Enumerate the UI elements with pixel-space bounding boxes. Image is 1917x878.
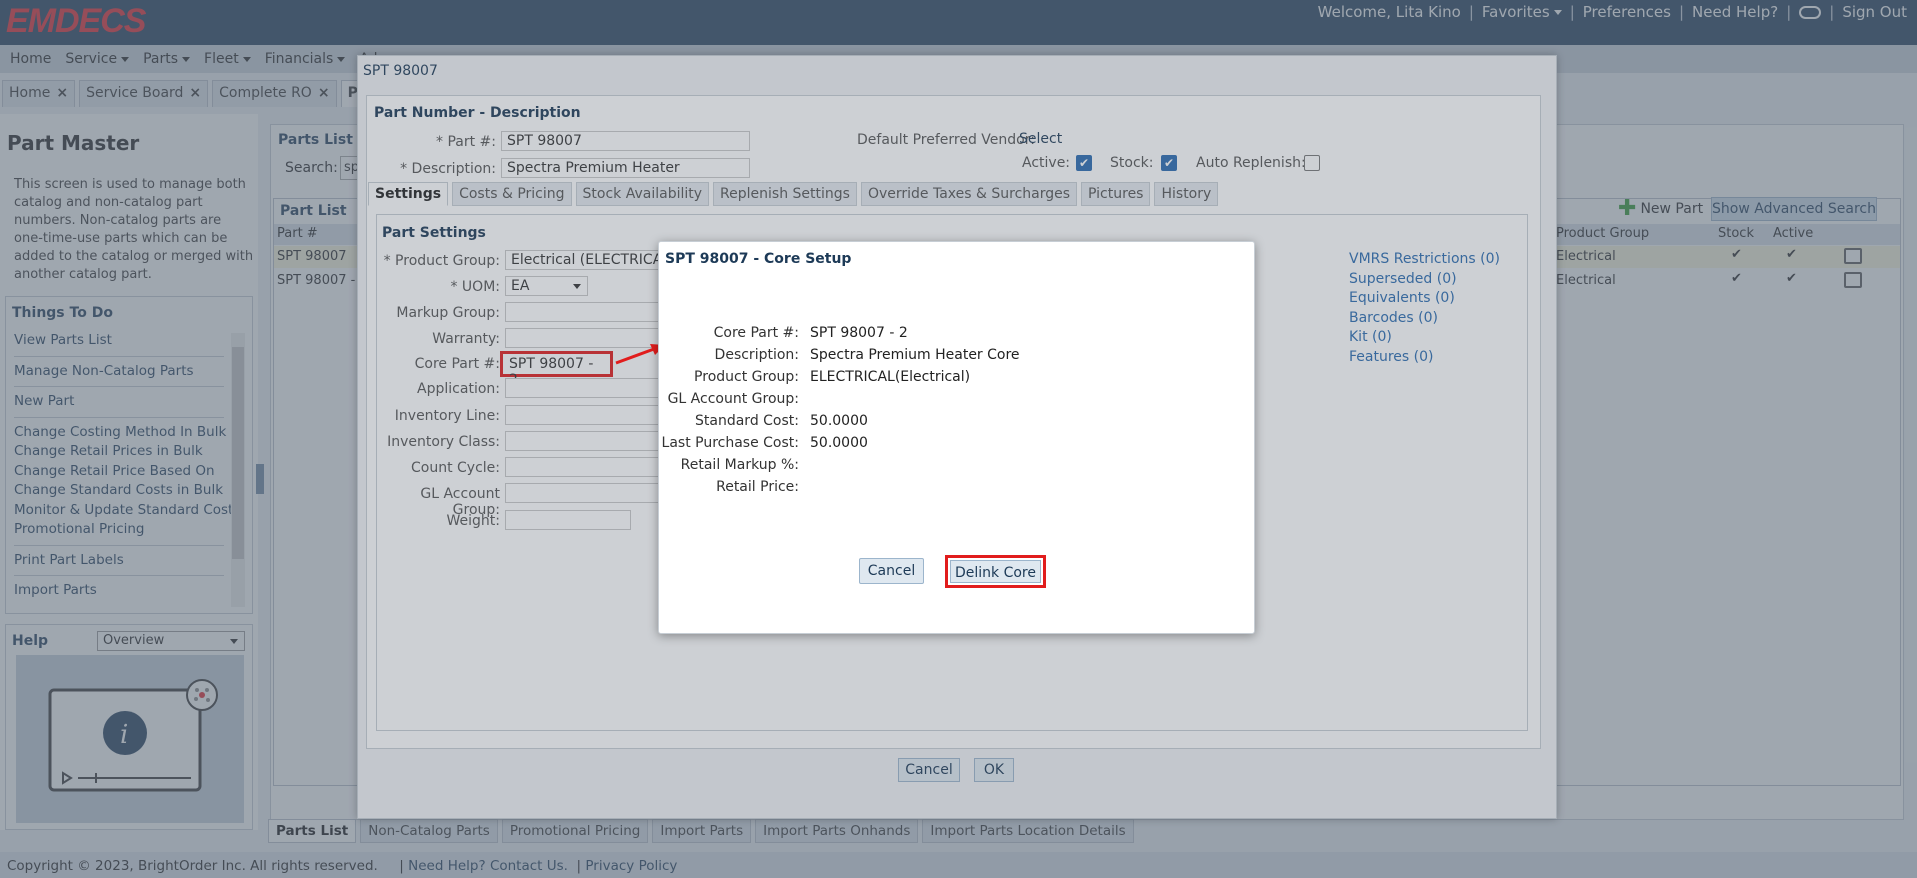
core-description-label: Description: bbox=[714, 347, 799, 363]
core-product-group-value: ELECTRICAL(Electrical) bbox=[810, 369, 971, 385]
core-product-group-label: Product Group: bbox=[694, 369, 799, 385]
core-cancel-button[interactable]: Cancel bbox=[859, 558, 924, 584]
delink-highlight: Delink Core bbox=[945, 555, 1046, 588]
last-purchase-cost-value: 50.0000 bbox=[810, 435, 868, 451]
standard-cost-label: Standard Cost: bbox=[695, 413, 799, 429]
core-part-value: SPT 98007 - 2 bbox=[810, 325, 908, 341]
standard-cost-value: 50.0000 bbox=[810, 413, 868, 429]
delink-core-button[interactable]: Delink Core bbox=[950, 560, 1041, 583]
retail-price-label: Retail Price: bbox=[716, 479, 799, 495]
core-description-value: Spectra Premium Heater Core bbox=[810, 347, 1020, 363]
retail-markup-label: Retail Markup %: bbox=[680, 457, 799, 473]
core-gl-account-label: GL Account Group: bbox=[667, 391, 799, 407]
last-purchase-cost-label: Last Purchase Cost: bbox=[661, 435, 799, 451]
core-part-label: Core Part #: bbox=[713, 325, 799, 341]
dialog-title: SPT 98007 - Core Setup bbox=[665, 251, 852, 267]
